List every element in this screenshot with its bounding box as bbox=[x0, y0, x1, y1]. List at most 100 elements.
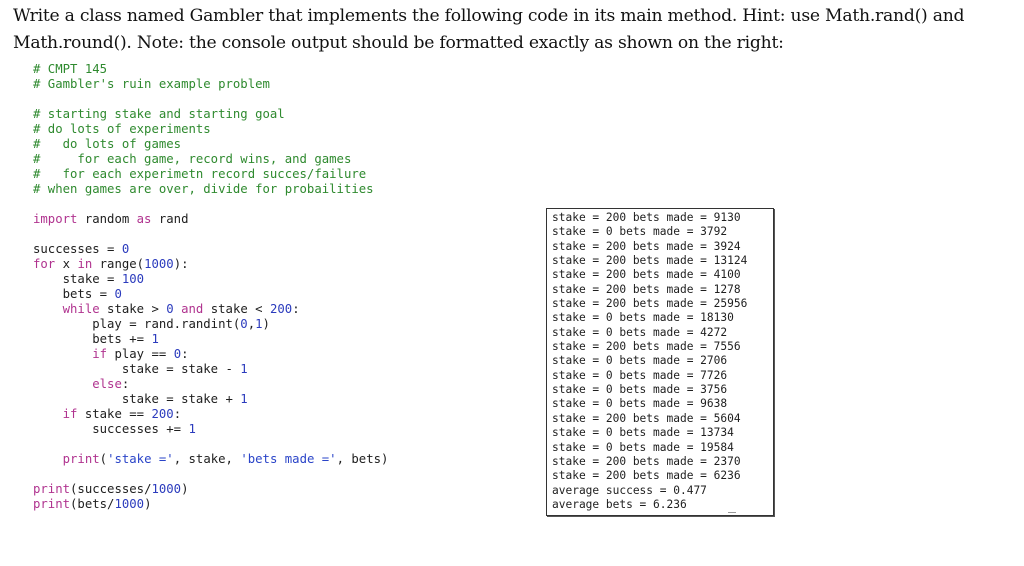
code-token: and bbox=[181, 302, 204, 316]
code-token: play = rand.randint( bbox=[33, 317, 241, 331]
code-token: successes += bbox=[33, 422, 189, 436]
code-token: ): bbox=[173, 257, 189, 271]
python-code-block: # CMPT 145 # Gambler's ruin example probl… bbox=[33, 62, 388, 512]
code-token: stake = stake + bbox=[33, 392, 241, 406]
code-line: if play == 0: bbox=[33, 347, 388, 362]
code-token: 1 bbox=[151, 332, 159, 346]
code-token: 200 bbox=[151, 407, 174, 421]
console-summary-line: average bets = 6.236 bbox=[552, 497, 687, 511]
code-token: bets += bbox=[33, 332, 152, 346]
code-line: # Gambler's ruin example problem bbox=[33, 77, 388, 92]
code-token: (bets/ bbox=[70, 497, 115, 511]
code-token: stake > bbox=[99, 302, 167, 316]
code-token: print bbox=[62, 452, 100, 466]
code-token: in bbox=[77, 257, 93, 271]
problem-statement-line-2: Math.round(). Note: the console output s… bbox=[13, 33, 784, 53]
console-cursor bbox=[728, 512, 736, 513]
code-line: print('stake =', stake, 'bets made =', b… bbox=[33, 452, 389, 467]
console-line: stake = 0 bets made = 18130 bbox=[552, 311, 734, 325]
code-token: 0 bbox=[240, 317, 248, 331]
code-line: # do lots of games bbox=[33, 137, 388, 152]
console-line: stake = 0 bets made = 4272 bbox=[552, 325, 728, 339]
code-token: stake == bbox=[77, 407, 152, 421]
code-token: successes = bbox=[33, 242, 122, 256]
code-line: stake = stake + 1 bbox=[33, 392, 388, 407]
code-token: : bbox=[173, 407, 182, 421]
code-token: if bbox=[62, 407, 78, 421]
console-line: stake = 200 bets made = 5604 bbox=[552, 411, 741, 425]
console-summary-line: average success = 0.477 bbox=[552, 483, 707, 497]
code-token: 1 bbox=[240, 362, 248, 376]
code-line: else: bbox=[33, 377, 388, 392]
console-line: stake = 200 bets made = 25956 bbox=[552, 297, 748, 311]
code-token: # for each game, record wins, and games bbox=[33, 152, 352, 166]
code-token: 'stake =' bbox=[107, 452, 174, 466]
code-line: for x in range(1000): bbox=[33, 257, 388, 272]
code-token: # when games are over, divide for probai… bbox=[33, 182, 374, 196]
console-line: stake = 0 bets made = 13734 bbox=[552, 426, 734, 440]
code-token: print bbox=[33, 497, 71, 511]
code-line: # do lots of experiments bbox=[33, 122, 388, 137]
console-line: stake = 200 bets made = 13124 bbox=[552, 254, 748, 268]
code-token: # Gambler's ruin example problem bbox=[33, 77, 270, 91]
code-line: # when games are over, divide for probai… bbox=[33, 182, 388, 197]
console-line: stake = 200 bets made = 4100 bbox=[552, 268, 741, 282]
code-token: ) bbox=[262, 317, 270, 331]
code-token: 0 bbox=[114, 287, 122, 301]
code-line: play = rand.randint(0,1) bbox=[33, 317, 388, 332]
code-token: range( bbox=[92, 257, 145, 271]
code-token: ) bbox=[181, 482, 189, 496]
code-token: print bbox=[33, 482, 71, 496]
code-token: (successes/ bbox=[70, 482, 152, 496]
code-token: # do lots of games bbox=[33, 137, 182, 151]
code-token: ( bbox=[99, 452, 108, 466]
code-token: 1 bbox=[240, 392, 248, 406]
code-token: , bets) bbox=[336, 452, 389, 466]
console-line: stake = 0 bets made = 2706 bbox=[552, 354, 728, 368]
code-token: 1 bbox=[188, 422, 196, 436]
code-line: successes = 0 bbox=[33, 242, 388, 257]
code-token: rand bbox=[151, 212, 189, 226]
code-line: bets += 1 bbox=[33, 332, 388, 347]
console-line: stake = 200 bets made = 2370 bbox=[552, 454, 741, 468]
code-token: 0 bbox=[173, 347, 182, 361]
problem-statement: Write a class named Gambler that impleme… bbox=[13, 3, 1018, 57]
code-line: while stake > 0 and stake < 200: bbox=[33, 302, 388, 317]
console-output-text: stake = 200 bets made = 9130 stake = 0 be… bbox=[552, 211, 747, 512]
code-token: 0 bbox=[121, 242, 130, 256]
code-token: 1 bbox=[255, 317, 263, 331]
code-token: stake = bbox=[33, 272, 122, 286]
code-token: , bbox=[247, 317, 256, 331]
console-line: stake = 200 bets made = 1278 bbox=[552, 282, 741, 296]
code-token: 200 bbox=[269, 302, 293, 316]
code-line: if stake == 200: bbox=[33, 407, 388, 422]
console-line: stake = 200 bets made = 6236 bbox=[552, 469, 741, 483]
console-line: stake = 0 bets made = 19584 bbox=[552, 440, 734, 454]
code-line: # CMPT 145 bbox=[33, 62, 388, 77]
console-line: stake = 200 bets made = 9130 bbox=[552, 211, 741, 224]
code-token: , stake, bbox=[173, 452, 241, 466]
console-line: stake = 0 bets made = 3792 bbox=[552, 225, 728, 239]
code-token: while bbox=[62, 302, 100, 316]
code-token: : bbox=[181, 347, 189, 361]
code-token: ) bbox=[144, 497, 152, 511]
code-line: stake = stake - 1 bbox=[33, 362, 388, 377]
code-token: bets = bbox=[33, 287, 115, 301]
console-line: stake = 0 bets made = 3756 bbox=[552, 383, 728, 397]
code-line: stake = 100 bbox=[33, 272, 388, 287]
code-token: : bbox=[292, 302, 300, 316]
code-token: 100 bbox=[121, 272, 145, 286]
console-line: stake = 200 bets made = 7556 bbox=[552, 340, 741, 354]
code-token: play == bbox=[107, 347, 174, 361]
code-token: 'bets made =' bbox=[240, 452, 337, 466]
code-line: print(bets/1000) bbox=[33, 497, 388, 512]
code-token: 1000 bbox=[114, 497, 145, 511]
code-token: # do lots of experiments bbox=[33, 122, 211, 136]
